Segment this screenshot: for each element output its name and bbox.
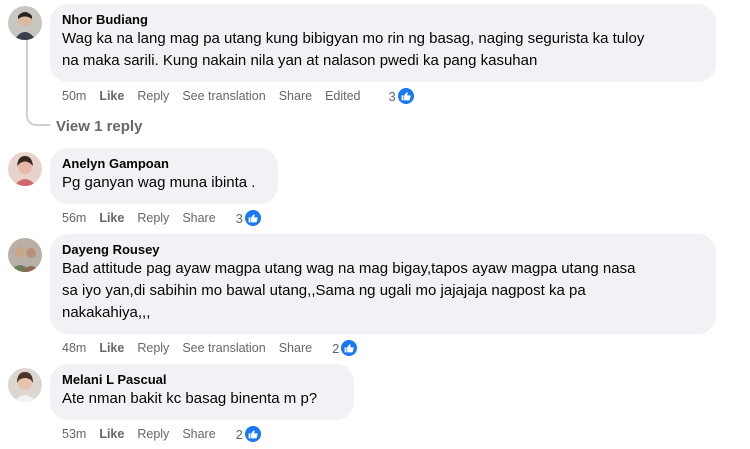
reaction-count[interactable]: 3 <box>389 87 428 105</box>
avatar[interactable] <box>8 238 42 272</box>
thumbs-up-icon <box>243 425 262 443</box>
reaction-number: 2 <box>332 340 340 356</box>
share-button[interactable]: Share <box>279 341 312 355</box>
comment-actions: 56m Like Reply Share 3 <box>62 208 288 228</box>
reply-button[interactable]: Reply <box>137 341 169 355</box>
thumbs-up-icon <box>243 209 262 227</box>
avatar[interactable] <box>8 368 42 402</box>
share-button[interactable]: Share <box>279 89 312 103</box>
like-button[interactable]: Like <box>99 211 124 225</box>
comment-author[interactable]: Melani L Pascual <box>62 371 342 388</box>
like-button[interactable]: Like <box>99 427 124 441</box>
comment-bubble: Dayeng Rousey Bad attitude pag ayaw magp… <box>50 234 716 334</box>
comment-text: na maka sarili. Kung nakain nila yan at … <box>62 52 538 69</box>
thumbs-up-icon <box>396 87 415 105</box>
avatar[interactable] <box>8 6 42 40</box>
edited-label[interactable]: Edited <box>325 89 360 103</box>
comment-bubble: Melani L Pascual Ate nman bakit kc basag… <box>50 364 354 420</box>
reply-button[interactable]: Reply <box>137 211 169 225</box>
see-translation-button[interactable]: See translation <box>182 89 265 103</box>
comment-text: Wag ka na lang mag pa utang kung bibigya… <box>62 30 645 47</box>
timestamp[interactable]: 56m <box>62 211 86 225</box>
comment-author[interactable]: Nhor Budiang <box>62 11 704 28</box>
timestamp[interactable]: 50m <box>62 89 86 103</box>
comment-text: sa iyo yan,di sabihin mo bawal utang,,Sa… <box>62 282 586 299</box>
reaction-number: 2 <box>235 426 243 442</box>
like-button[interactable]: Like <box>99 89 124 103</box>
reply-button[interactable]: Reply <box>137 89 169 103</box>
timestamp[interactable]: 53m <box>62 427 86 441</box>
comment-actions: 48m Like Reply See translation Share 2 <box>62 338 384 358</box>
comment-text: nakakahiya,,, <box>62 304 151 321</box>
comment-text: Pg ganyan wag muna ibinta . <box>62 174 256 191</box>
reaction-count[interactable]: 3 <box>236 209 275 227</box>
reply-button[interactable]: Reply <box>137 427 169 441</box>
comment-actions: 50m Like Reply See translation Share Edi… <box>62 86 441 106</box>
thread-connector <box>26 40 50 126</box>
see-translation-button[interactable]: See translation <box>182 341 265 355</box>
reaction-count[interactable]: 2 <box>332 339 371 357</box>
comment-author[interactable]: Anelyn Gampoan <box>62 155 266 172</box>
reaction-number: 3 <box>235 210 243 226</box>
comment-text: Bad attitude pag ayaw magpa utang wag na… <box>62 260 636 277</box>
comment-author[interactable]: Dayeng Rousey <box>62 241 704 258</box>
comment-bubble: Nhor Budiang Wag ka na lang mag pa utang… <box>50 4 716 82</box>
avatar[interactable] <box>8 152 42 186</box>
reaction-count[interactable]: 2 <box>236 425 275 443</box>
timestamp[interactable]: 48m <box>62 341 86 355</box>
share-button[interactable]: Share <box>182 427 215 441</box>
share-button[interactable]: Share <box>182 211 215 225</box>
reaction-number: 3 <box>388 88 396 104</box>
view-replies-button[interactable]: View 1 reply <box>56 118 142 135</box>
comment-bubble: Anelyn Gampoan Pg ganyan wag muna ibinta… <box>50 148 278 204</box>
thumbs-up-icon <box>340 339 359 357</box>
comment-actions: 53m Like Reply Share 2 <box>62 424 288 444</box>
comment-text: Ate nman bakit kc basag binenta m p? <box>62 390 318 407</box>
like-button[interactable]: Like <box>99 341 124 355</box>
